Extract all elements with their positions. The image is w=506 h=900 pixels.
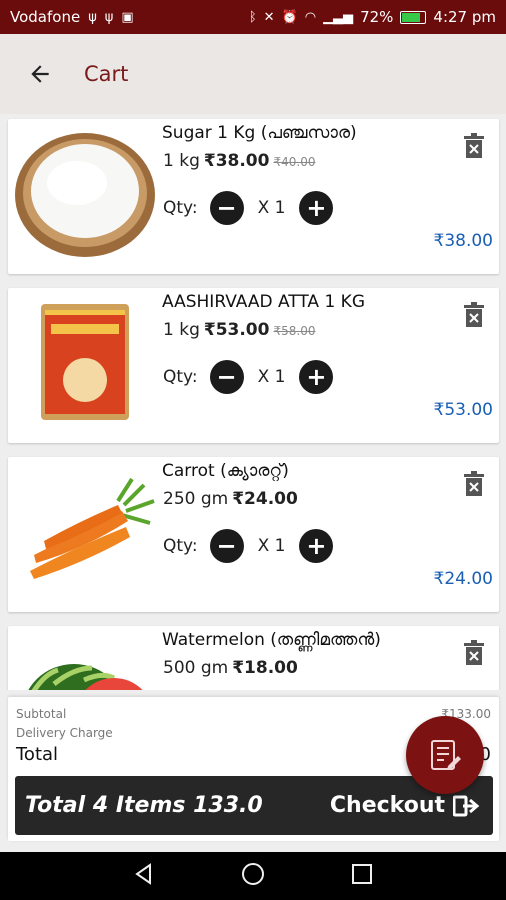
- item-mrp: ₹58.00: [273, 324, 316, 338]
- watermelon-image: [14, 634, 156, 690]
- order-notes-fab[interactable]: [406, 716, 484, 794]
- alarm-icon: ⏰: [281, 9, 298, 25]
- item-unit: 250 gm: [163, 489, 229, 509]
- trash-icon: [464, 133, 484, 158]
- checkout-items-summary: Total 4 Items 133.0: [25, 793, 263, 818]
- cart-list[interactable]: Sugar 1 Kg (പഞ്ചസാര) 1 kg ₹38.00 ₹40.00 Qt…: [0, 114, 506, 690]
- arrow-back-icon: [31, 65, 49, 83]
- bluetooth-icon: ᛒ: [248, 9, 257, 25]
- cart-item: Watermelon (തണ്ണിമത്തൻ) 500 gm ₹18.00: [8, 626, 499, 690]
- item-price-line: 1 kg ₹38.00 ₹40.00: [163, 151, 315, 171]
- item-name: AASHIRVAAD ATTA 1 KG: [162, 292, 366, 312]
- cart-item: AASHIRVAAD ATTA 1 KG 1 kg ₹53.00 ₹58.00 Qt…: [8, 288, 499, 443]
- item-unit: 500 gm: [163, 658, 229, 678]
- delete-item-button[interactable]: [463, 471, 485, 501]
- item-price-line: 500 gm ₹18.00: [163, 658, 298, 678]
- decrease-qty-button[interactable]: −: [209, 529, 244, 563]
- system-nav-bar: [0, 852, 506, 900]
- item-name: Sugar 1 Kg (പഞ്ചസാര): [162, 123, 357, 143]
- item-unit: 1 kg: [163, 320, 200, 340]
- subtotal-row: Subtotal ₹133.00: [16, 707, 491, 721]
- signal-icon: ▁▃▅: [323, 9, 354, 25]
- minus-icon: −: [216, 194, 237, 222]
- clock: 4:27 pm: [433, 8, 496, 26]
- subtotal-label: Subtotal: [16, 707, 67, 721]
- quantity-stepper: Qty: − X 1 +: [163, 529, 334, 563]
- item-price: ₹18.00: [232, 658, 298, 678]
- item-unit: 1 kg: [163, 151, 200, 171]
- square-recents-icon: [351, 864, 372, 884]
- carrot-image: [14, 465, 156, 597]
- quantity-stepper: Qty: − X 1 +: [163, 191, 334, 225]
- increase-qty-button[interactable]: +: [299, 360, 334, 394]
- trash-icon: [464, 302, 484, 327]
- plus-icon: +: [306, 532, 327, 560]
- image-notification-icon: ▣: [121, 9, 134, 25]
- checklist-edit-icon: [431, 740, 461, 770]
- increase-qty-button[interactable]: +: [299, 191, 334, 225]
- qty-label: Qty:: [163, 198, 198, 218]
- triangle-back-icon: [135, 863, 152, 885]
- nav-back-button[interactable]: [132, 862, 156, 890]
- battery-percent: 72%: [360, 8, 394, 26]
- sugar-bowl-image: [14, 127, 156, 259]
- minus-icon: −: [216, 532, 237, 560]
- delete-item-button[interactable]: [463, 133, 485, 163]
- exit-arrow-icon: [453, 795, 480, 816]
- item-total: ₹53.00: [433, 400, 493, 420]
- page-title: Cart: [84, 62, 129, 86]
- decrease-qty-button[interactable]: −: [209, 360, 244, 394]
- delete-item-button[interactable]: [463, 640, 485, 670]
- item-price: ₹53.00: [203, 320, 270, 340]
- qty-value: X 1: [257, 198, 286, 218]
- checkout-button[interactable]: Checkout: [330, 793, 483, 818]
- app-bar: Cart: [0, 34, 506, 114]
- item-mrp: ₹40.00: [273, 155, 316, 169]
- cart-item: Carrot (ക്യാരറ്റ്) 250 gm ₹24.00 Qty: − X…: [8, 457, 499, 612]
- usb-icon: ψ: [104, 9, 114, 25]
- item-total: ₹38.00: [433, 231, 493, 251]
- plus-icon: +: [306, 363, 327, 391]
- mute-icon: ✕: [263, 9, 275, 25]
- quantity-stepper: Qty: − X 1 +: [163, 360, 334, 394]
- nav-home-button[interactable]: [241, 862, 265, 890]
- item-total: ₹24.00: [433, 569, 493, 589]
- item-price: ₹38.00: [203, 151, 270, 171]
- delivery-label: Delivery Charge: [16, 726, 113, 740]
- item-name: Carrot (ക്യാരറ്റ്): [162, 461, 289, 481]
- item-price-line: 250 gm ₹24.00: [163, 489, 298, 509]
- item-price: ₹24.00: [232, 489, 298, 509]
- circle-home-icon: [241, 863, 264, 885]
- qty-value: X 1: [257, 536, 286, 556]
- carrier-label: Vodafone: [10, 8, 81, 26]
- cart-item: Sugar 1 Kg (പഞ്ചസാര) 1 kg ₹38.00 ₹40.00 Qt…: [8, 119, 499, 274]
- atta-pack-image: [14, 296, 156, 428]
- plus-icon: +: [306, 194, 327, 222]
- trash-icon: [464, 471, 484, 496]
- item-name: Watermelon (തണ്ണിമത്തൻ): [162, 630, 381, 650]
- increase-qty-button[interactable]: +: [299, 529, 334, 563]
- qty-value: X 1: [257, 367, 286, 387]
- qty-label: Qty:: [163, 367, 198, 387]
- status-bar: Vodafone ψ ψ ▣ ᛒ ✕ ⏰ ◠ ▁▃▅ 72% 4:27 pm: [0, 0, 506, 34]
- total-label: Total: [16, 744, 59, 765]
- usb-icon: ψ: [88, 9, 97, 25]
- item-price-line: 1 kg ₹53.00 ₹58.00: [163, 320, 315, 340]
- checkout-label: Checkout: [329, 793, 445, 818]
- nav-recents-button[interactable]: [350, 862, 374, 890]
- delete-item-button[interactable]: [463, 302, 485, 332]
- minus-icon: −: [216, 363, 237, 391]
- decrease-qty-button[interactable]: −: [209, 191, 244, 225]
- wifi-icon: ◠: [304, 9, 317, 25]
- qty-label: Qty:: [163, 536, 198, 556]
- battery-icon: [400, 10, 427, 24]
- trash-icon: [464, 640, 484, 665]
- back-button[interactable]: [0, 34, 80, 114]
